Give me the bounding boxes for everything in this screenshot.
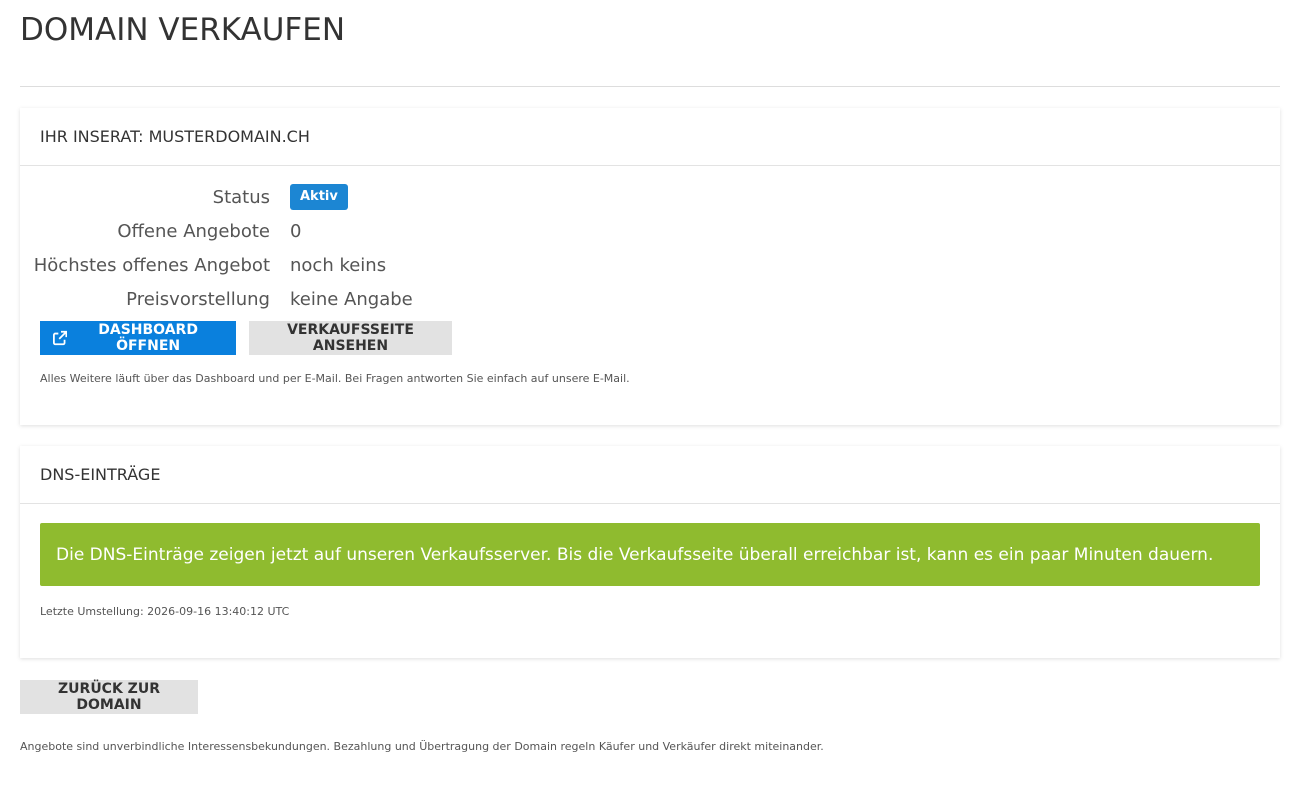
price-expectation-label: Preisvorstellung <box>126 288 270 310</box>
status-badge: Aktiv <box>290 184 348 210</box>
external-link-icon <box>53 330 68 346</box>
dns-panel-heading: DNS-EINTRÄGE <box>20 446 1280 504</box>
dns-last-change: Letzte Umstellung: 2026-09-16 13:40:12 U… <box>40 605 290 618</box>
footer-note: Angebote sind unverbindliche Interessens… <box>20 740 824 753</box>
back-to-domain-button[interactable]: ZURÜCK ZUR DOMAIN <box>20 680 198 714</box>
listing-note: Alles Weitere läuft über das Dashboard u… <box>40 372 630 385</box>
dns-success-alert: Die DNS-Einträge zeigen jetzt auf unsere… <box>40 523 1260 586</box>
listing-panel-heading: IHR INSERAT: MUSTERDOMAIN.CH <box>20 108 1280 166</box>
open-offers-label: Offene Angebote <box>117 220 270 242</box>
highest-offer-label: Höchstes offenes Angebot <box>33 254 270 276</box>
view-salespage-button[interactable]: VERKAUFSSEITE ANSEHEN <box>249 321 452 355</box>
open-dashboard-button[interactable]: DASHBOARD ÖFFNEN <box>40 321 236 355</box>
open-offers-value: 0 <box>290 220 302 242</box>
highest-offer-value: noch keins <box>290 254 387 276</box>
status-value: Aktiv <box>290 184 348 210</box>
open-dashboard-label: DASHBOARD ÖFFNEN <box>98 322 198 354</box>
back-to-domain-label: ZURÜCK ZUR DOMAIN <box>58 681 160 713</box>
dns-panel: DNS-EINTRÄGE Die DNS-Einträge zeigen jet… <box>20 446 1280 658</box>
status-label: Status <box>212 186 270 208</box>
listing-panel: IHR INSERAT: MUSTERDOMAIN.CH Status Akti… <box>20 108 1280 425</box>
price-expectation-value: keine Angabe <box>290 288 413 310</box>
page-title: DOMAIN VERKAUFEN <box>20 12 346 48</box>
title-divider <box>20 86 1280 87</box>
view-salespage-label: VERKAUFSSEITE ANSEHEN <box>287 322 414 354</box>
